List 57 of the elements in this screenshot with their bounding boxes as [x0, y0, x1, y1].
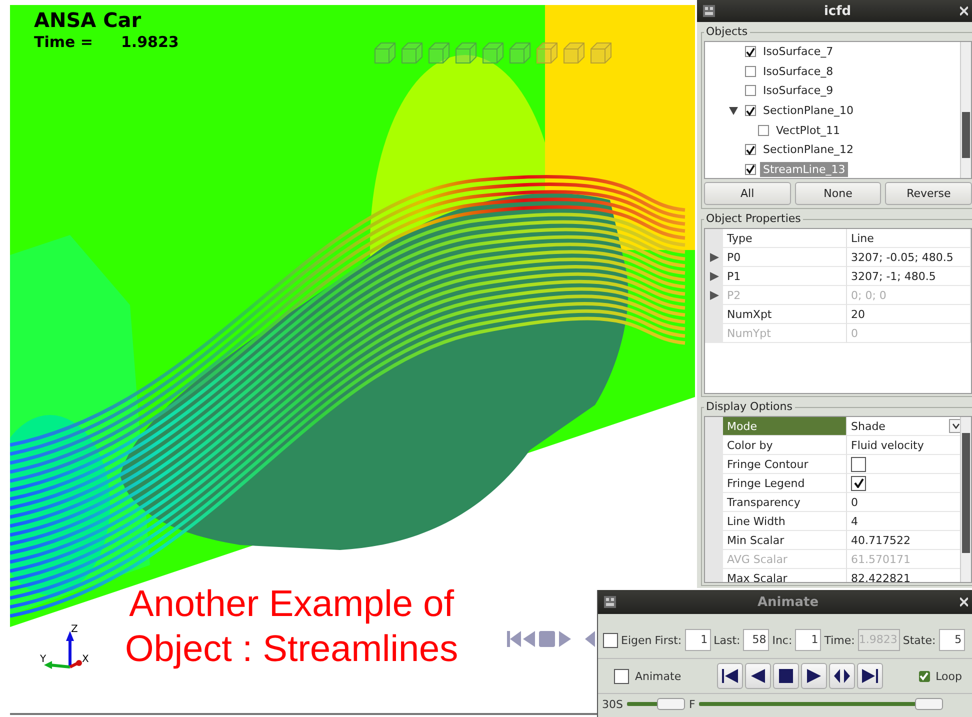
group-label: Display Options: [704, 400, 794, 413]
property-value: 0: [847, 324, 971, 343]
window-title: icfd: [822, 4, 852, 18]
option-name[interactable]: Fringe Legend: [723, 474, 847, 493]
input-field[interactable]: 1: [795, 629, 822, 651]
property-value: 20: [847, 305, 971, 324]
option-name[interactable]: Max Scalar: [723, 569, 847, 582]
axis-label: Y: [40, 655, 46, 665]
field-label: Time:: [824, 634, 855, 646]
tree-item[interactable]: IsoSurface_7: [760, 44, 836, 60]
property-name: P0: [723, 248, 847, 267]
panel-button[interactable]: None: [794, 182, 882, 205]
option-name[interactable]: Min Scalar: [723, 531, 847, 550]
input-field: 1.9823: [858, 629, 900, 651]
checkbox-label: Animate: [635, 670, 682, 682]
field-label: Inc:: [772, 634, 792, 646]
group-label: Objects: [704, 25, 750, 38]
axis-label: Z: [71, 625, 78, 635]
property-value: 3207; -1; 480.5: [847, 267, 971, 286]
tree-item[interactable]: VectPlot_11: [773, 122, 844, 138]
property-value: 3207; -0.05; 480.5: [847, 248, 971, 267]
input-field[interactable]: 58: [743, 629, 770, 651]
window-title: Animate: [756, 594, 820, 610]
checkbox-label: Eigen: [621, 634, 652, 646]
property-name: P2: [723, 286, 847, 305]
property-value: Line: [847, 229, 971, 248]
option-name[interactable]: Transparency: [723, 493, 847, 512]
tree-item[interactable]: SectionPlane_10: [760, 103, 857, 118]
caption-text: Object : Streamlines: [125, 627, 458, 671]
property-name: P1: [723, 267, 847, 286]
property-value: 0; 0; 0: [847, 286, 971, 305]
tree-item[interactable]: IsoSurface_9: [760, 83, 836, 98]
panel-button[interactable]: Reverse: [885, 182, 972, 205]
time-label: Time =: [34, 33, 93, 51]
caption-text: Another Example of: [128, 582, 456, 626]
slider-label: F: [688, 698, 696, 710]
property-name: NumYpt: [723, 324, 847, 343]
field-label: Last:: [714, 634, 740, 646]
group-label: Object Properties: [704, 212, 803, 225]
axis-label: X: [82, 655, 89, 665]
input-field[interactable]: 5: [938, 629, 965, 651]
time-value: 1.9823: [120, 33, 179, 51]
option-name[interactable]: Color by: [723, 436, 847, 455]
option-name[interactable]: Line Width: [723, 512, 847, 531]
input-field[interactable]: 1: [684, 629, 711, 651]
field-label: State:: [902, 634, 936, 646]
model-title: ANSA Car: [34, 8, 142, 32]
tree-item[interactable]: IsoSurface_8: [760, 64, 836, 79]
property-name: Type: [723, 229, 847, 248]
checkbox-label: Loop: [936, 670, 962, 682]
panel-button[interactable]: All: [704, 182, 791, 205]
tree-item[interactable]: SectionPlane_12: [760, 142, 857, 158]
option-name[interactable]: Fringe Contour: [723, 455, 847, 474]
field-label: First:: [654, 634, 682, 646]
slider-label: 30S: [602, 698, 623, 710]
option-name[interactable]: Mode: [723, 417, 847, 436]
property-name: NumXpt: [723, 305, 847, 324]
